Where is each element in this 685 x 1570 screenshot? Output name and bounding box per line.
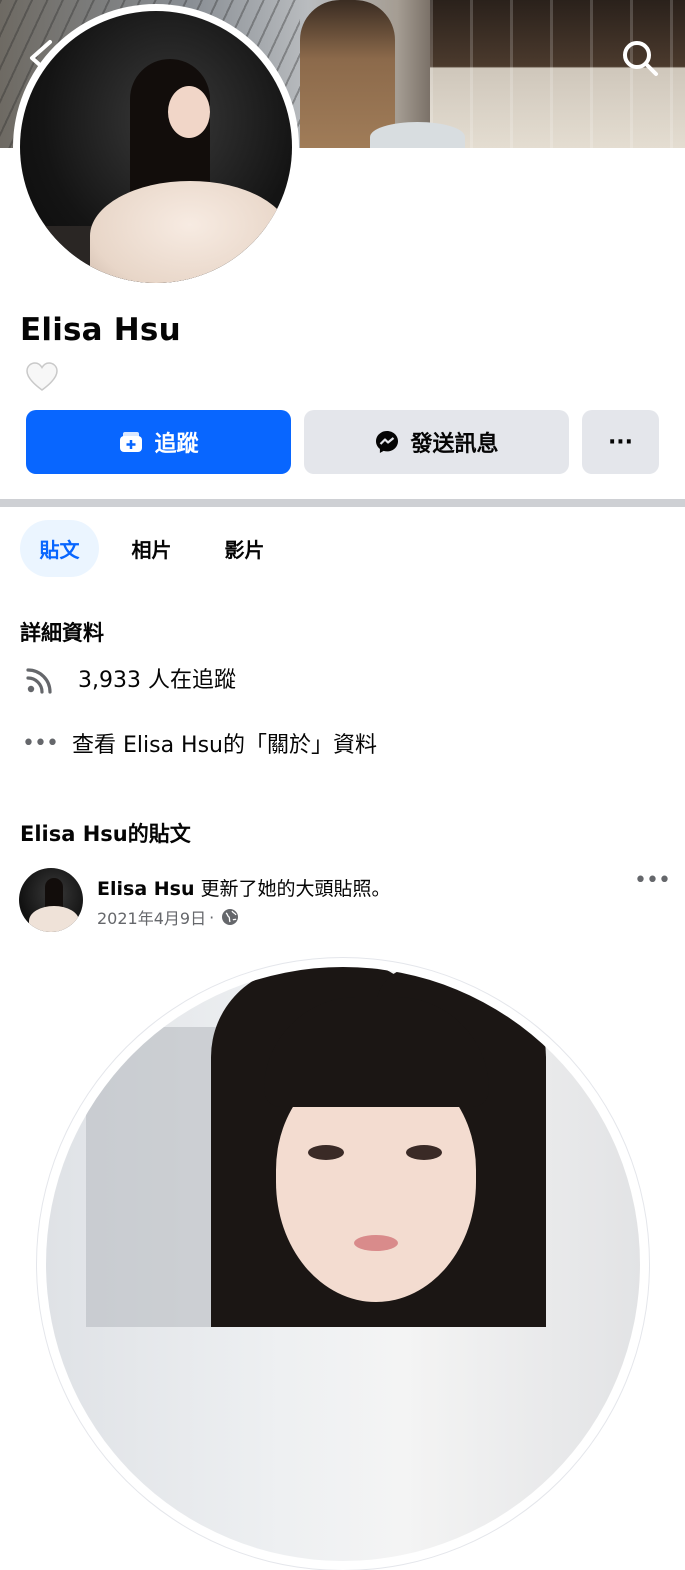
messenger-icon xyxy=(376,431,399,453)
post-date[interactable]: 2021年4月9日 xyxy=(97,905,206,929)
posts-section-title: Elisa Hsu的貼文 xyxy=(20,822,191,846)
avatar-face xyxy=(168,86,210,138)
follow-icon xyxy=(120,432,143,452)
send-message-button[interactable]: 發送訊息 xyxy=(304,410,569,474)
follow-button-label: 追蹤 xyxy=(154,432,199,457)
cover-photo-umbrella xyxy=(370,122,465,148)
details-title: 詳細資料 xyxy=(20,621,104,645)
post-action-text: 更新了她的大頭貼照。 xyxy=(200,878,391,900)
section-divider xyxy=(0,499,685,507)
post-meta-separator: · xyxy=(209,907,215,927)
send-message-label: 發送訊息 xyxy=(410,432,499,457)
followers-row: 3,933 人在追蹤 xyxy=(24,660,236,696)
cover-photo-person xyxy=(300,0,395,148)
heart-icon xyxy=(26,362,58,391)
tab-posts[interactable]: 貼文 xyxy=(20,520,99,577)
post-more-button[interactable]: ••• xyxy=(634,868,671,898)
more-options-label: ··· xyxy=(607,429,634,455)
photo-background-shelf xyxy=(86,1027,226,1327)
avatar-dress xyxy=(90,181,290,283)
profile-name: Elisa Hsu xyxy=(20,312,181,348)
tab-videos[interactable]: 影片 xyxy=(205,520,284,577)
about-link-text[interactable]: 查看 Elisa Hsu的「關於」資料 xyxy=(72,727,377,759)
photo-eye-left xyxy=(308,1145,344,1160)
search-icon[interactable] xyxy=(620,38,660,78)
followers-count-text: 3,933 人在追蹤 xyxy=(78,668,236,693)
rss-icon xyxy=(26,668,52,694)
post-header: Elisa Hsu 更新了她的大頭貼照。 xyxy=(97,874,391,901)
post-photo[interactable] xyxy=(46,967,640,1561)
post-meta: 2021年4月9日 · xyxy=(97,905,239,929)
post-author-name[interactable]: Elisa Hsu xyxy=(97,878,195,900)
photo-eye-right xyxy=(406,1145,442,1160)
post-avatar-dress xyxy=(29,906,79,932)
globe-icon xyxy=(222,909,239,925)
ellipsis-icon: ••• xyxy=(22,730,59,756)
tab-photos[interactable]: 相片 xyxy=(112,520,191,577)
more-options-button[interactable]: ··· xyxy=(582,410,659,474)
photo-lips xyxy=(354,1235,398,1251)
follow-button[interactable]: 追蹤 xyxy=(26,410,291,474)
post-author-avatar[interactable] xyxy=(19,868,83,932)
about-row[interactable]: ••• 查看 Elisa Hsu的「關於」資料 xyxy=(22,727,377,759)
profile-avatar[interactable] xyxy=(20,11,292,283)
